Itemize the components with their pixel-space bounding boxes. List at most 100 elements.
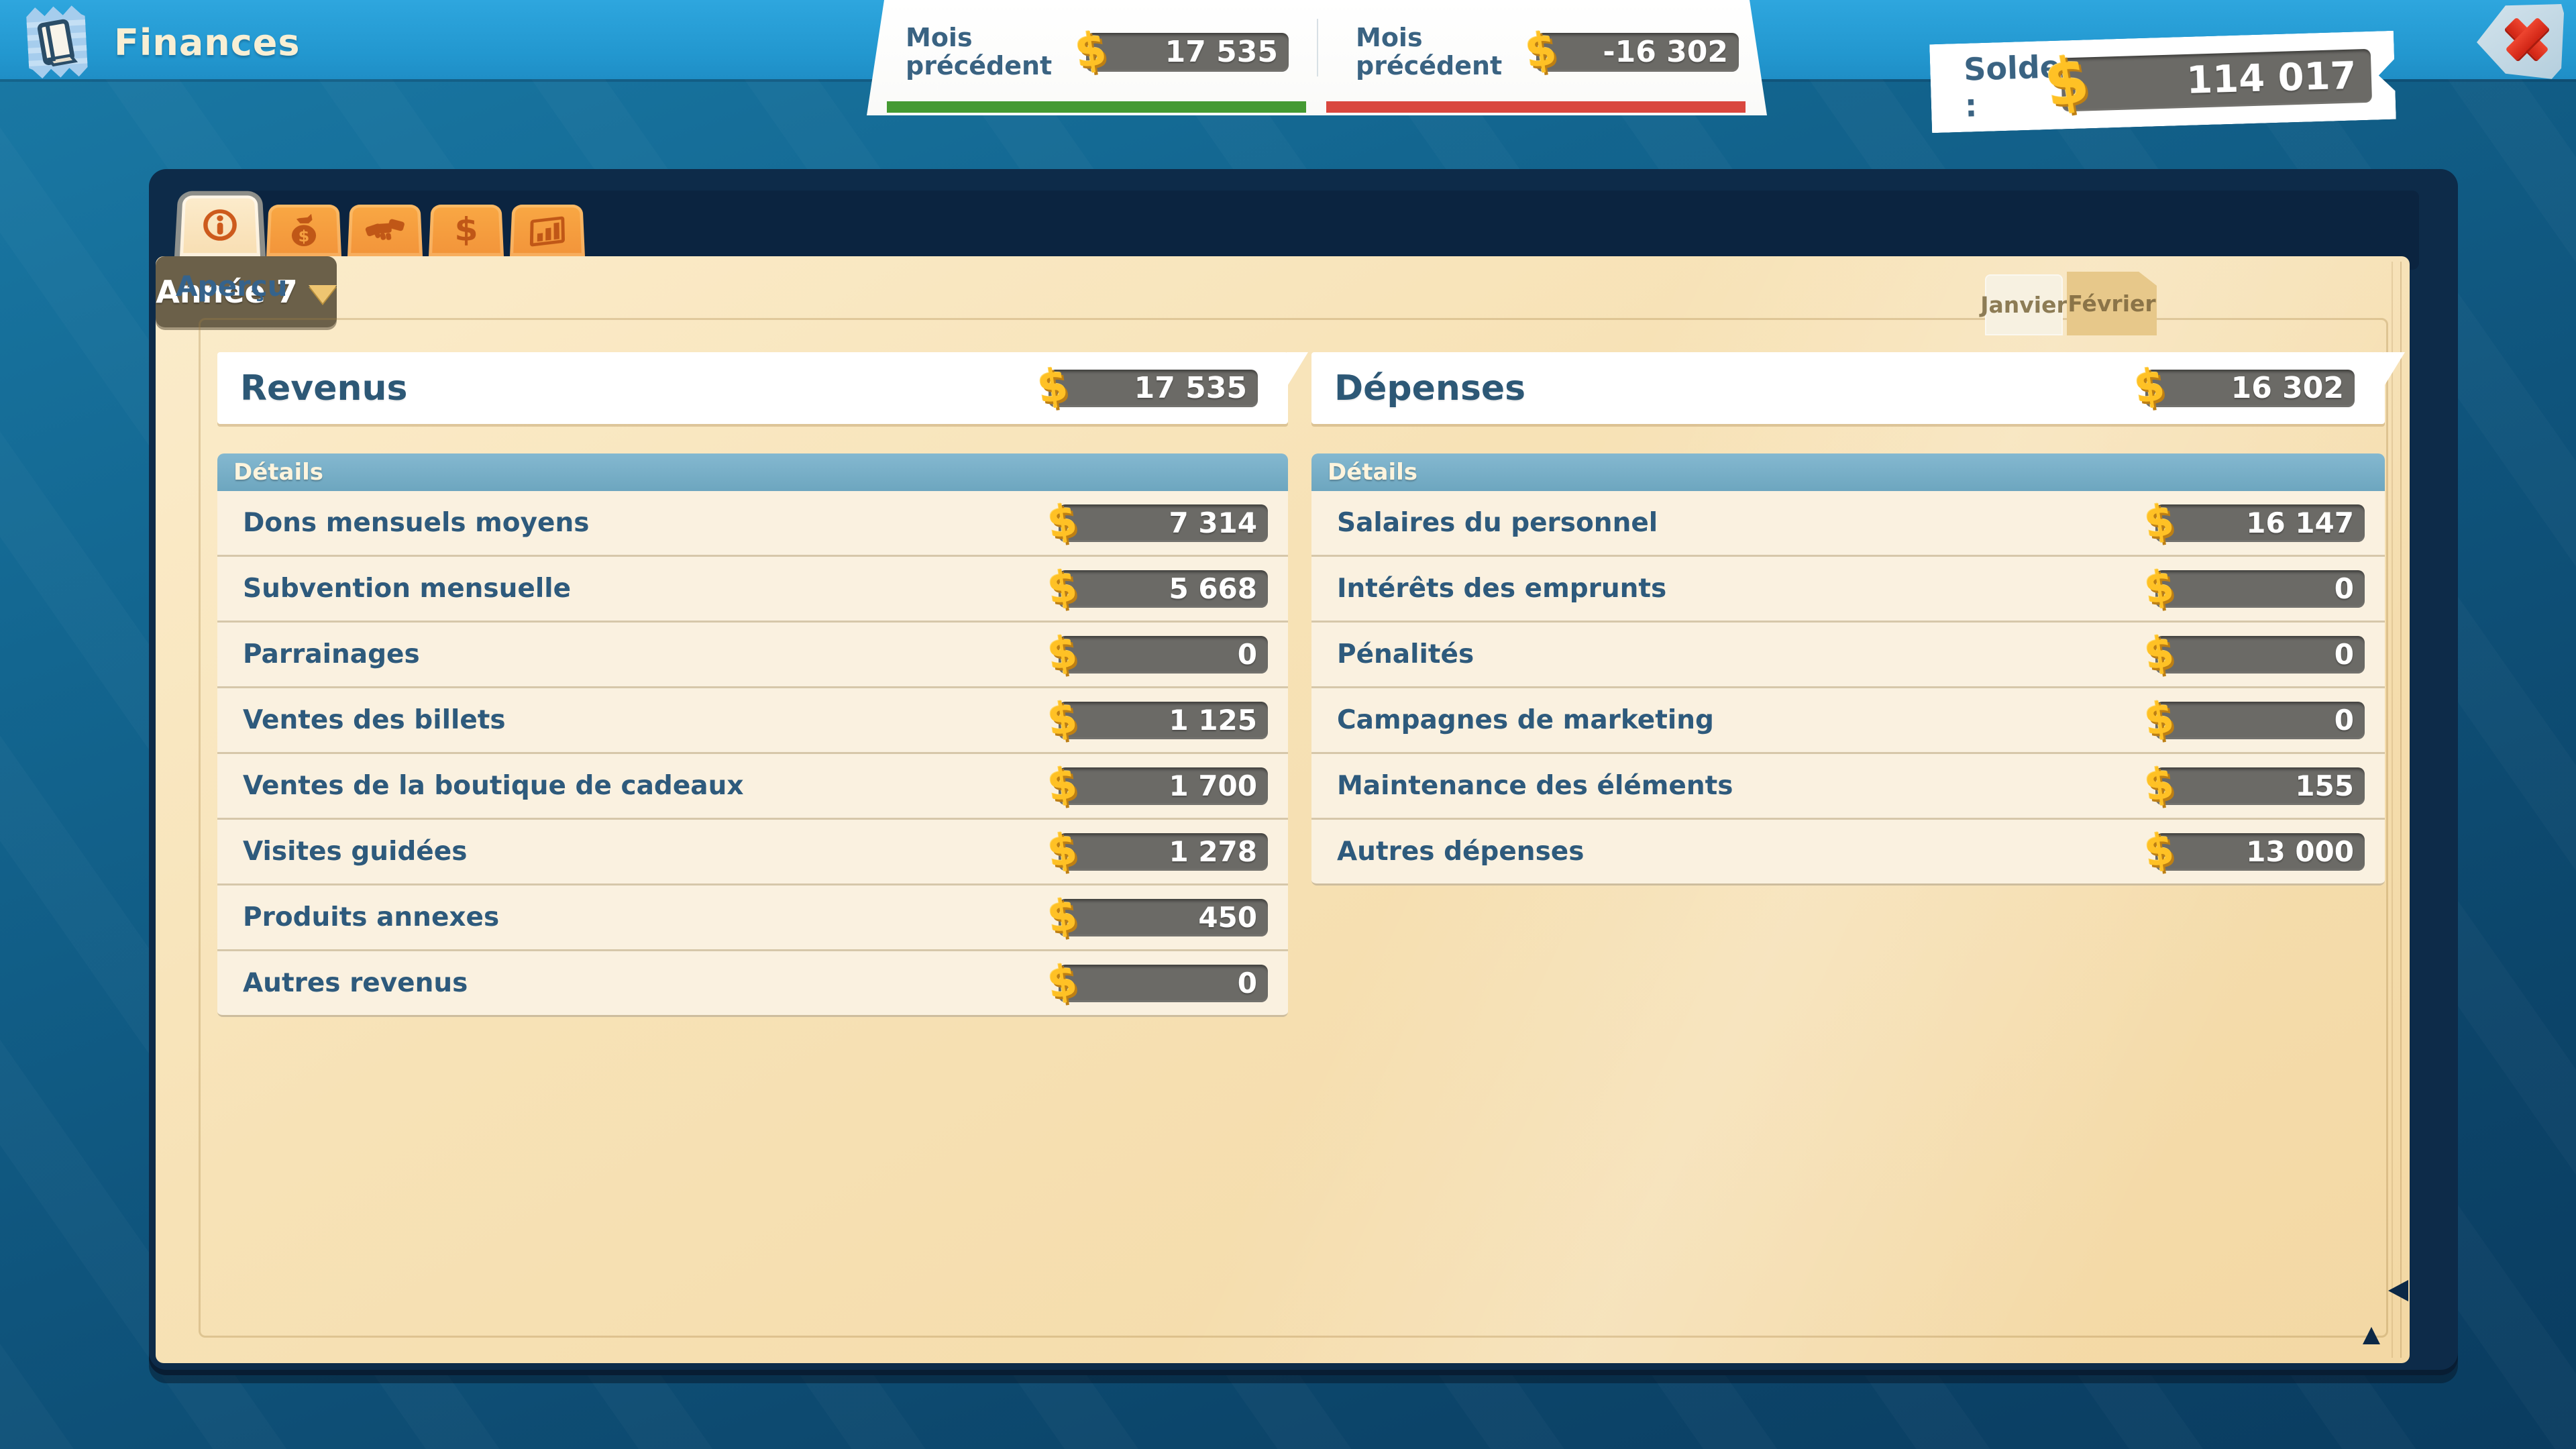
- revenue-row: Parrainages $0: [217, 623, 1288, 688]
- details-header: Détails: [1311, 453, 2385, 491]
- revenues-title: Revenus: [240, 368, 407, 409]
- content-panel: Aperçu Janvier Février Année 7 Revenus $…: [156, 256, 2410, 1363]
- revenue-row: Produits annexes $450: [217, 885, 1288, 951]
- amount-value: 5 668: [1059, 570, 1268, 608]
- tab-pricing[interactable]: $: [429, 205, 504, 256]
- dollar-icon: $: [2142, 826, 2177, 873]
- amount-value: 450: [1059, 899, 1268, 936]
- info-icon: [200, 207, 241, 242]
- dollar-icon: $: [1045, 695, 1080, 742]
- month-button-janvier[interactable]: Janvier: [1985, 274, 2063, 335]
- row-label: Subvention mensuelle: [243, 574, 571, 604]
- row-label: Ventes des billets: [243, 705, 506, 735]
- section-title: Aperçu: [176, 270, 288, 303]
- row-label: Campagnes de marketing: [1337, 705, 1714, 735]
- previous-month-expense: Mois précédent $ -16 302: [1317, 0, 1767, 115]
- revenue-row: Subvention mensuelle $5 668: [217, 557, 1288, 623]
- row-amount: $0: [1059, 636, 1268, 674]
- dollar-icon: $: [2142, 564, 2177, 610]
- row-amount: $0: [2155, 636, 2365, 674]
- row-label: Autres revenus: [243, 968, 468, 998]
- revenues-column: Revenus $ 17 535 Détails Dons mensuels m…: [217, 352, 1288, 1017]
- dollar-icon: $: [1045, 564, 1080, 610]
- amount-value: 7 314: [1059, 504, 1268, 542]
- expenses-header-card: Dépenses $ 16 302: [1311, 352, 2385, 424]
- row-label: Salaires du personnel: [1337, 508, 1658, 538]
- row-amount: $16 147: [2155, 504, 2365, 542]
- row-label: Maintenance des éléments: [1337, 771, 1733, 801]
- dollar-icon: $: [1045, 958, 1080, 1005]
- expense-row: Maintenance des éléments $155: [1311, 754, 2385, 820]
- row-amount: $0: [2155, 570, 2365, 608]
- expense-row: Salaires du personnel $16 147: [1311, 491, 2385, 557]
- balance-panel: Solde : $ 114 017: [1929, 31, 2396, 133]
- expenses-column: Dépenses $ 16 302 Détails Salaires du pe…: [1311, 352, 2385, 885]
- row-amount: $155: [2155, 767, 2365, 805]
- row-amount: $0: [2155, 702, 2365, 739]
- amount-value: 0: [2155, 702, 2365, 739]
- amount-value: 0: [1059, 636, 1268, 674]
- revenue-row: Ventes des billets $1 125: [217, 688, 1288, 754]
- monthly-summary-panel: Mois précédent $ 17 535 Mois précédent $…: [867, 0, 1767, 115]
- previous-month-income: Mois précédent $ 17 535: [867, 0, 1317, 115]
- svg-text:$: $: [454, 212, 478, 248]
- money-bag-icon: $: [283, 212, 324, 248]
- revenue-row: Ventes de la boutique de cadeaux $1 700: [217, 754, 1288, 820]
- amount-value: 0: [2155, 570, 2365, 608]
- divider: [1317, 19, 1318, 76]
- row-label: Ventes de la boutique de cadeaux: [243, 771, 744, 801]
- svg-text:$: $: [299, 227, 310, 245]
- row-label: Parrainages: [243, 639, 420, 669]
- tab-overview[interactable]: [180, 195, 260, 256]
- amount-value: 114 017: [2061, 49, 2372, 112]
- amount-value: 17 535: [1086, 33, 1289, 72]
- amount-value: 1 278: [1059, 833, 1268, 871]
- dollar-icon: $: [445, 212, 486, 248]
- dollar-icon: $: [1072, 25, 1109, 75]
- row-label: Produits annexes: [243, 902, 499, 932]
- revenues-total: $ 17 535: [1049, 370, 1258, 407]
- amount-value: 0: [2155, 636, 2365, 674]
- amount-value: 1 125: [1059, 702, 1268, 739]
- dollar-icon: $: [1045, 826, 1080, 873]
- page-edge-line: [2400, 262, 2402, 1358]
- tab-partnerships[interactable]: [347, 205, 423, 256]
- expense-row: Autres dépenses $13 000: [1311, 820, 2385, 885]
- month-button-fevrier[interactable]: Février: [2067, 272, 2157, 335]
- revenues-header-card: Revenus $ 17 535: [217, 352, 1288, 424]
- row-amount: $5 668: [1059, 570, 1268, 608]
- row-amount: $13 000: [2155, 833, 2365, 871]
- amount-value: 16 302: [2145, 370, 2355, 407]
- dollar-icon: $: [2142, 629, 2177, 676]
- row-label: Intérêts des emprunts: [1337, 574, 1666, 604]
- chart-icon: [527, 212, 568, 248]
- finances-receipt-icon: [17, 1, 97, 85]
- positive-trend-bar: [887, 101, 1306, 113]
- dollar-icon: $: [2132, 362, 2167, 411]
- expense-row: Campagnes de marketing $0: [1311, 688, 2385, 754]
- balance-amount: $ 114 017: [2061, 49, 2372, 112]
- amount-value: 16 147: [2155, 504, 2365, 542]
- tab-donations[interactable]: $: [266, 205, 341, 256]
- amount-value: 17 535: [1049, 370, 1258, 407]
- expense-label: Mois précédent: [1356, 24, 1513, 80]
- row-amount: $450: [1059, 899, 1268, 936]
- dollar-icon: $: [2142, 761, 2177, 808]
- row-label: Dons mensuels moyens: [243, 508, 589, 538]
- page-title: Finances: [114, 21, 301, 64]
- amount-value: 13 000: [2155, 833, 2365, 871]
- expenses-title: Dépenses: [1334, 368, 1525, 409]
- row-label: Autres dépenses: [1337, 837, 1584, 867]
- revenue-row: Dons mensuels moyens $7 314: [217, 491, 1288, 557]
- expense-amount: $ -16 302: [1536, 33, 1739, 72]
- income-amount: $ 17 535: [1086, 33, 1289, 72]
- tab-statistics[interactable]: [510, 205, 585, 256]
- dollar-icon: $: [1045, 498, 1080, 545]
- revenue-row: Visites guidées $1 278: [217, 820, 1288, 885]
- amount-value: 0: [1059, 965, 1268, 1002]
- expenses-total: $ 16 302: [2145, 370, 2355, 407]
- dollar-icon: $: [1045, 761, 1080, 808]
- amount-value: 1 700: [1059, 767, 1268, 805]
- row-amount: $1 125: [1059, 702, 1268, 739]
- dollar-icon: $: [2142, 695, 2177, 742]
